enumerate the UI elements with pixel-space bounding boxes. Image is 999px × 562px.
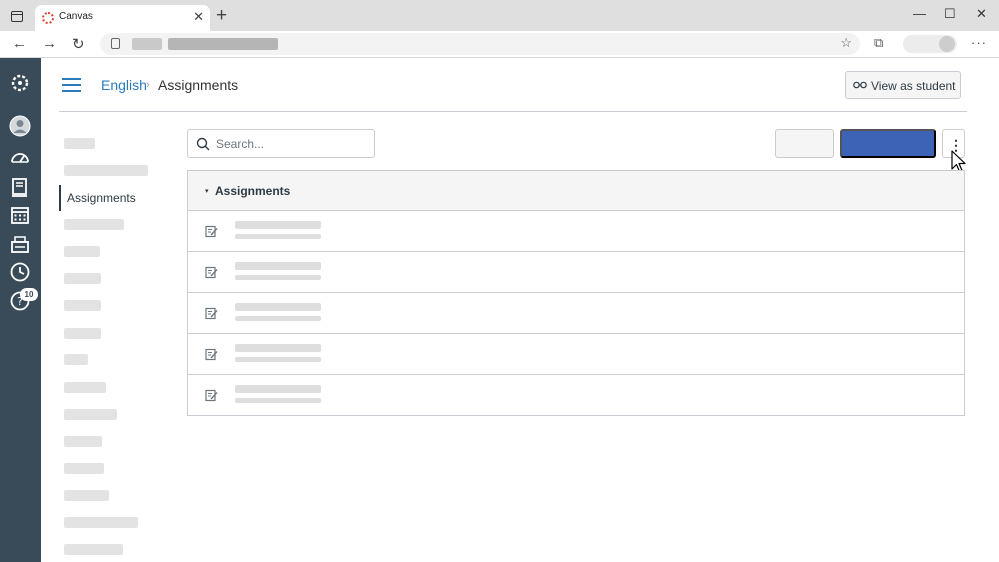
history-icon[interactable]	[9, 261, 31, 283]
browser-toolbar: ← → ↻ ☆	[0, 31, 999, 58]
course-nav-item[interactable]	[64, 219, 124, 230]
account-icon[interactable]	[9, 115, 31, 137]
tab-actions-icon[interactable]	[11, 11, 23, 22]
back-button[interactable]: ←	[12, 35, 27, 52]
assignment-icon	[205, 307, 218, 320]
course-nav-item[interactable]	[64, 436, 102, 447]
assignment-title-placeholder[interactable]	[235, 385, 321, 393]
new-tab-button[interactable]: +	[216, 5, 227, 27]
assignment-icon	[205, 348, 218, 361]
course-nav-item[interactable]	[64, 382, 106, 393]
breadcrumb-current-page: Assignments	[158, 77, 239, 93]
assignment-icon	[205, 225, 218, 238]
tab-title: Canvas	[59, 11, 93, 22]
assignment-row[interactable]	[188, 334, 964, 375]
assignment-title-placeholder[interactable]	[235, 303, 321, 311]
dashboard-icon[interactable]	[9, 147, 31, 169]
course-nav-item[interactable]	[64, 354, 88, 365]
close-window-button[interactable]: ✕	[976, 6, 987, 22]
assignment-group-name: Assignments	[215, 184, 291, 198]
glasses-icon	[853, 81, 867, 89]
course-nav-item[interactable]	[64, 517, 138, 528]
inbox-icon[interactable]	[9, 233, 31, 255]
favorites-icon[interactable]: ☆	[840, 35, 852, 51]
url-placeholder	[132, 38, 162, 50]
course-menu-toggle-icon[interactable]	[62, 78, 81, 92]
collections-icon[interactable]: ⧉	[874, 35, 883, 51]
assignment-meta-placeholder	[235, 234, 321, 239]
help-badge: 10	[20, 288, 38, 301]
course-nav-item[interactable]	[64, 165, 148, 176]
course-nav-item[interactable]	[64, 300, 101, 311]
course-nav-item[interactable]	[64, 409, 117, 420]
assignment-meta-placeholder	[235, 357, 321, 362]
assignment-group: ▾ Assignments	[187, 170, 965, 416]
reload-button[interactable]: ↻	[72, 35, 85, 53]
assignment-row[interactable]	[188, 293, 964, 334]
view-as-student-label: View as student	[871, 79, 956, 93]
course-nav-item[interactable]	[64, 138, 95, 149]
minimize-button[interactable]: —	[913, 6, 926, 21]
breadcrumb-course-link[interactable]: English	[101, 77, 147, 93]
assignment-row[interactable]	[188, 375, 964, 416]
add-assignment-button[interactable]	[840, 129, 936, 158]
group-button[interactable]	[775, 129, 834, 158]
tab-close-icon[interactable]: ✕	[193, 9, 204, 25]
canvas-favicon-icon	[42, 12, 54, 24]
course-nav-item[interactable]	[64, 246, 100, 257]
address-bar[interactable]: ☆	[100, 33, 860, 55]
assignment-meta-placeholder	[235, 316, 321, 321]
header-divider	[59, 111, 967, 112]
search-input[interactable]	[214, 135, 364, 153]
browser-menu-button[interactable]: ···	[971, 35, 987, 50]
lock-icon	[111, 38, 120, 49]
canvas-logo-icon[interactable]	[9, 72, 31, 94]
assignment-title-placeholder[interactable]	[235, 344, 321, 352]
profile-button[interactable]	[903, 35, 957, 53]
courses-icon[interactable]	[9, 176, 31, 198]
view-as-student-button[interactable]: View as student	[845, 71, 961, 99]
browser-tab[interactable]: Canvas ✕	[35, 5, 210, 31]
calendar-icon[interactable]	[9, 204, 31, 226]
assignment-meta-placeholder	[235, 275, 321, 280]
assignment-title-placeholder[interactable]	[235, 262, 321, 270]
assignment-row[interactable]	[188, 211, 964, 252]
course-nav-item[interactable]	[64, 544, 123, 555]
course-nav-item[interactable]	[64, 273, 101, 284]
search-icon	[196, 137, 210, 151]
global-nav: ?	[0, 58, 41, 562]
course-nav-item[interactable]	[64, 463, 104, 474]
breadcrumb-separator: ›	[146, 79, 150, 91]
assignment-title-placeholder[interactable]	[235, 221, 321, 229]
maximize-button[interactable]: ☐	[944, 6, 956, 22]
forward-button[interactable]: →	[42, 35, 57, 52]
course-nav-item[interactable]	[64, 328, 101, 339]
browser-tab-bar: Canvas ✕ + — ☐ ✕	[0, 0, 999, 31]
assignment-meta-placeholder	[235, 398, 321, 403]
search-box	[187, 129, 375, 158]
assignment-row[interactable]	[188, 252, 964, 293]
course-nav-item[interactable]	[64, 490, 109, 501]
assignment-icon	[205, 266, 218, 279]
url-placeholder	[168, 38, 278, 50]
course-nav-item-assignments[interactable]: Assignments	[59, 185, 136, 211]
assignment-group-header[interactable]: ▾ Assignments	[188, 171, 964, 211]
assignment-icon	[205, 389, 218, 402]
collapse-caret-icon[interactable]: ▾	[205, 187, 209, 195]
